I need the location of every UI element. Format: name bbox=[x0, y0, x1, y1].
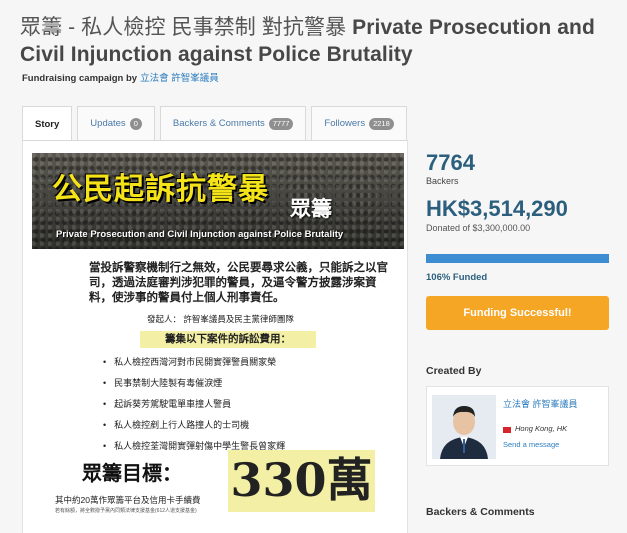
tab-label: Story bbox=[35, 118, 60, 130]
tab-label: Followers bbox=[324, 118, 366, 129]
tab-followers[interactable]: Followers 2218 bbox=[311, 106, 407, 140]
created-by-heading: Created By bbox=[426, 365, 482, 377]
tab-story[interactable]: Story bbox=[22, 106, 73, 141]
owner-location: Hong Kong, HK bbox=[515, 424, 568, 433]
fee-note: 其中約20萬作眾籌平台及信用卡手續費 bbox=[55, 495, 201, 505]
progress-fill bbox=[426, 254, 609, 263]
story-banner-image: 公民起訴抗警暴 眾籌 Private Prosecution and Civil… bbox=[32, 153, 404, 249]
list-item: 民事禁制大陸製有毒催淚煙 bbox=[103, 373, 285, 394]
donated-of-goal: Donated of $3,300,000.00 bbox=[426, 223, 531, 233]
tab-label: Backers & Comments bbox=[172, 118, 265, 129]
avatar[interactable] bbox=[432, 395, 496, 459]
tab-bar: Story Updates 0 Backers & Comments 7777 … bbox=[22, 106, 412, 141]
banner-subtitle: 眾籌 bbox=[290, 198, 332, 221]
backers-comments-heading: Backers & Comments bbox=[426, 506, 535, 518]
list-item: 起訴葵芳駕駛電單車撞人警員 bbox=[103, 394, 285, 415]
story-panel: 公民起訴抗警暴 眾籌 Private Prosecution and Civil… bbox=[22, 140, 408, 533]
banner-english-title: Private Prosecution and Civil Injunction… bbox=[56, 229, 344, 240]
owner-name-link[interactable]: 立法會 許智峯議員 bbox=[503, 397, 578, 410]
count-badge: 2218 bbox=[369, 117, 394, 130]
campaign-byline: Fundraising campaign by 立法會 許智峯議員 bbox=[22, 70, 219, 84]
list-item: 私人檢控剷上行人路撞人的士司機 bbox=[103, 415, 285, 436]
count-badge: 7777 bbox=[268, 117, 294, 130]
story-paragraph: 當投訴警察機制行之無效，公民要尋求公義，只能訴之以官司，透過法庭審判涉犯罪的警員… bbox=[89, 262, 388, 304]
backers-label: Backers bbox=[426, 176, 459, 186]
owner-card: 立法會 許智峯議員 Hong Kong, HK Send a message bbox=[426, 386, 609, 466]
tab-backers-comments[interactable]: Backers & Comments 7777 bbox=[159, 106, 307, 140]
cases-heading: 籌集以下案件的訴訟費用： bbox=[140, 331, 316, 348]
list-item: 私人檢控西灣河對市民開實彈警員關家榮 bbox=[103, 352, 285, 373]
hong-kong-flag-icon bbox=[503, 427, 511, 433]
funding-successful-button[interactable]: Funding Successful! bbox=[426, 296, 609, 330]
page-title: 眾籌 - 私人檢控 民事禁制 對抗警暴 Private Prosecution … bbox=[20, 14, 620, 68]
surplus-note: 若有餘額，將全數撥予黨內同類法律支援基金(612人道支援基金) bbox=[55, 508, 197, 514]
backers-count: 7764 bbox=[426, 150, 475, 175]
banner-title: 公民起訴抗警暴 bbox=[52, 173, 269, 206]
funding-progress-bar bbox=[426, 254, 609, 263]
cases-list: 私人檢控西灣河對市民開實彈警員關家榮 民事禁制大陸製有毒催淚煙 起訴葵芳駕駛電單… bbox=[103, 352, 285, 457]
target-amount: 330萬 bbox=[230, 453, 373, 507]
owner-link[interactable]: 立法會 許智峯議員 bbox=[140, 73, 219, 84]
page-title-zh: 眾籌 - 私人檢控 民事禁制 對抗警暴 bbox=[20, 16, 347, 39]
tab-label: Updates bbox=[90, 118, 126, 129]
send-message-link[interactable]: Send a message bbox=[503, 440, 559, 449]
target-label: 眾籌目標： bbox=[82, 463, 182, 485]
tab-updates[interactable]: Updates 0 bbox=[77, 106, 155, 140]
funded-percent: 106% Funded bbox=[426, 272, 488, 283]
amount-raised: HK$3,514,290 bbox=[426, 196, 568, 221]
byline-prefix: Fundraising campaign by bbox=[22, 73, 138, 84]
count-badge: 0 bbox=[129, 117, 142, 130]
signatory: 發起人： 許智峯議員及民主黨律師團隊 bbox=[147, 314, 294, 324]
